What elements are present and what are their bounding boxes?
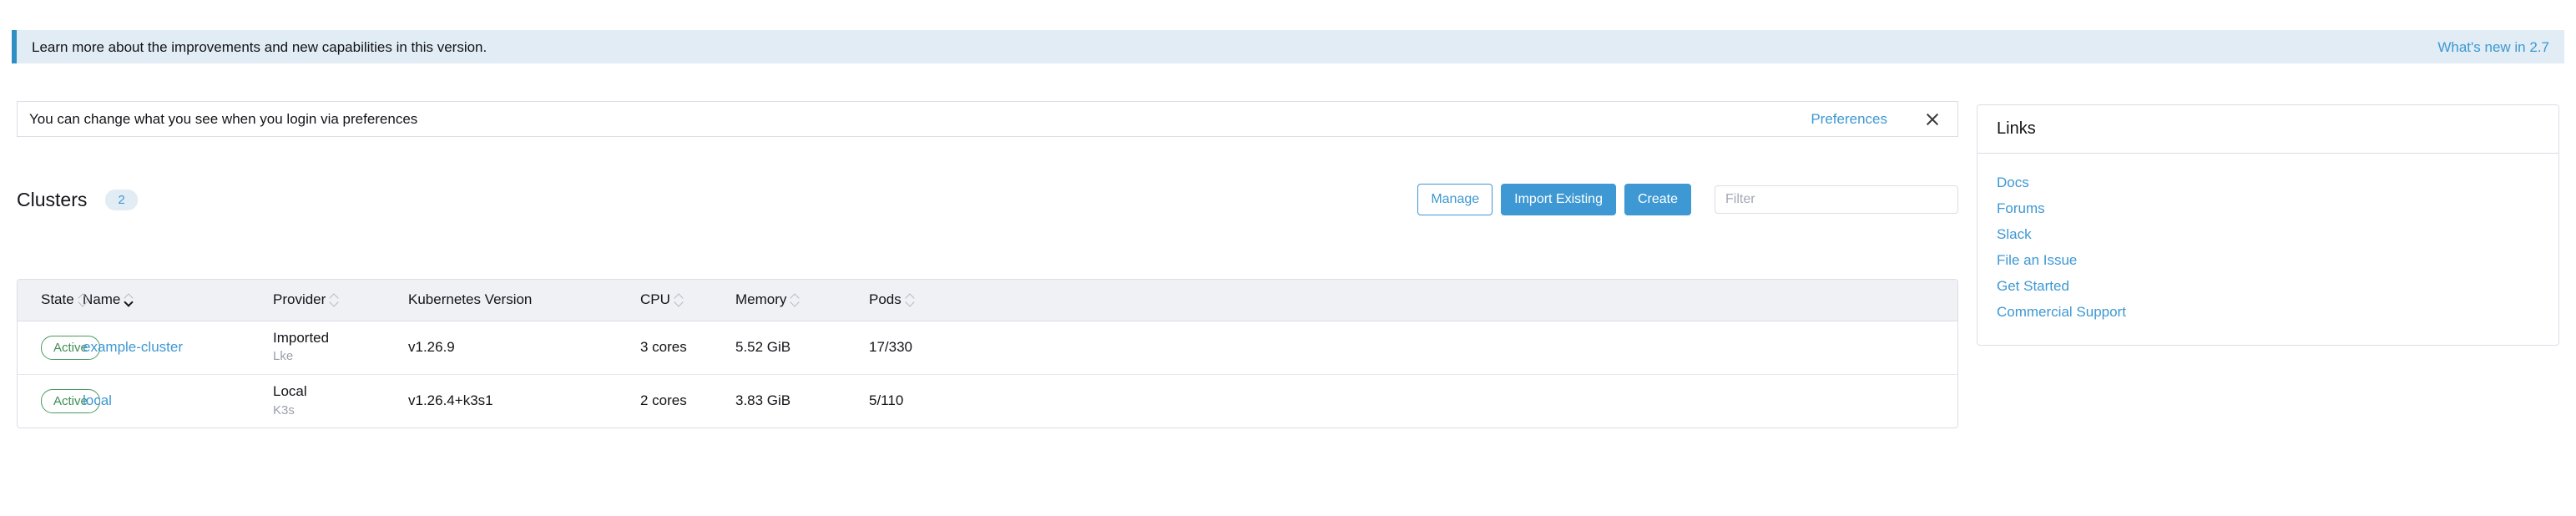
table-row: Active local Local K3s v1.26.4+k3s1 2 co… xyxy=(18,374,1958,427)
cell-pods: 17/330 xyxy=(869,321,1958,374)
column-header-provider-label: Provider xyxy=(273,291,326,308)
sort-icon xyxy=(790,292,801,307)
close-icon[interactable] xyxy=(1924,111,1941,128)
cell-memory: 5.52 GiB xyxy=(735,321,869,374)
table-header: State Name Provider xyxy=(18,280,1958,321)
column-header-provider[interactable]: Provider xyxy=(273,280,408,321)
cell-memory: 3.83 GiB xyxy=(735,374,869,427)
cell-kubernetes-version: v1.26.9 xyxy=(408,321,640,374)
preferences-message: You can change what you see when you log… xyxy=(29,112,1811,126)
cluster-dashboard-page: Learn more about the improvements and ne… xyxy=(0,0,2576,516)
link-commercial-support[interactable]: Commercial Support xyxy=(1997,299,2126,325)
sort-icon xyxy=(906,292,916,307)
column-header-name[interactable]: Name xyxy=(83,280,273,321)
cell-state: Active xyxy=(18,321,83,374)
manage-button[interactable]: Manage xyxy=(1417,184,1493,215)
link-docs[interactable]: Docs xyxy=(1997,169,2029,195)
link-forums[interactable]: Forums xyxy=(1997,195,2045,221)
table-header-row: State Name Provider xyxy=(18,280,1958,321)
clusters-table: State Name Provider xyxy=(18,280,1958,427)
cell-state: Active xyxy=(18,374,83,427)
cell-kubernetes-version: v1.26.4+k3s1 xyxy=(408,374,640,427)
table-row: Active example-cluster Imported Lke v1.2… xyxy=(18,321,1958,374)
column-header-state-label: State xyxy=(41,291,74,308)
version-banner-message: Learn more about the improvements and ne… xyxy=(32,40,487,54)
provider-subtype: K3s xyxy=(273,402,408,419)
column-header-kubernetes-version-label: Kubernetes Version xyxy=(408,291,532,308)
sort-icon xyxy=(124,292,134,307)
sort-icon xyxy=(78,292,88,307)
column-header-memory[interactable]: Memory xyxy=(735,280,869,321)
cell-pods: 5/110 xyxy=(869,374,1958,427)
column-header-pods-label: Pods xyxy=(869,291,902,308)
link-file-an-issue[interactable]: File an Issue xyxy=(1997,247,2077,273)
clusters-table-container: State Name Provider xyxy=(17,279,1958,428)
link-get-started[interactable]: Get Started xyxy=(1997,273,2069,299)
cluster-name-link[interactable]: example-cluster xyxy=(83,339,183,355)
column-header-kubernetes-version: Kubernetes Version xyxy=(408,280,640,321)
cell-name: local xyxy=(83,374,273,427)
column-header-cpu-label: CPU xyxy=(640,291,670,308)
links-list: Docs Forums Slack File an Issue Get Star… xyxy=(1977,154,2558,345)
column-header-memory-label: Memory xyxy=(735,291,786,308)
clusters-header: Clusters 2 Manage Import Existing Create xyxy=(17,182,1958,217)
column-header-state[interactable]: State xyxy=(18,280,83,321)
links-panel: Links Docs Forums Slack File an Issue Ge… xyxy=(1977,104,2559,346)
cell-provider: Local K3s xyxy=(273,374,408,427)
provider-name: Local xyxy=(273,383,408,400)
version-banner: Learn more about the improvements and ne… xyxy=(12,30,2564,63)
links-panel-title: Links xyxy=(1977,105,2558,154)
sort-icon xyxy=(330,292,340,307)
cell-name: example-cluster xyxy=(83,321,273,374)
filter-input[interactable] xyxy=(1715,185,1958,214)
cluster-name-link[interactable]: local xyxy=(83,392,112,408)
page-title: Clusters xyxy=(17,190,87,210)
import-existing-button[interactable]: Import Existing xyxy=(1501,184,1616,215)
preferences-link[interactable]: Preferences xyxy=(1811,112,1887,126)
table-body: Active example-cluster Imported Lke v1.2… xyxy=(18,321,1958,427)
sort-icon xyxy=(674,292,684,307)
link-slack[interactable]: Slack xyxy=(1997,221,2032,247)
whats-new-link[interactable]: What's new in 2.7 xyxy=(2437,40,2549,54)
provider-name: Imported xyxy=(273,330,408,347)
provider-subtype: Lke xyxy=(273,348,408,365)
cell-cpu: 2 cores xyxy=(640,374,735,427)
column-header-name-label: Name xyxy=(83,291,120,308)
preferences-notification-bar: You can change what you see when you log… xyxy=(17,101,1958,137)
create-button[interactable]: Create xyxy=(1624,184,1691,215)
cell-cpu: 3 cores xyxy=(640,321,735,374)
cluster-count-badge: 2 xyxy=(105,190,137,210)
column-header-pods[interactable]: Pods xyxy=(869,280,1958,321)
column-header-cpu[interactable]: CPU xyxy=(640,280,735,321)
cell-provider: Imported Lke xyxy=(273,321,408,374)
